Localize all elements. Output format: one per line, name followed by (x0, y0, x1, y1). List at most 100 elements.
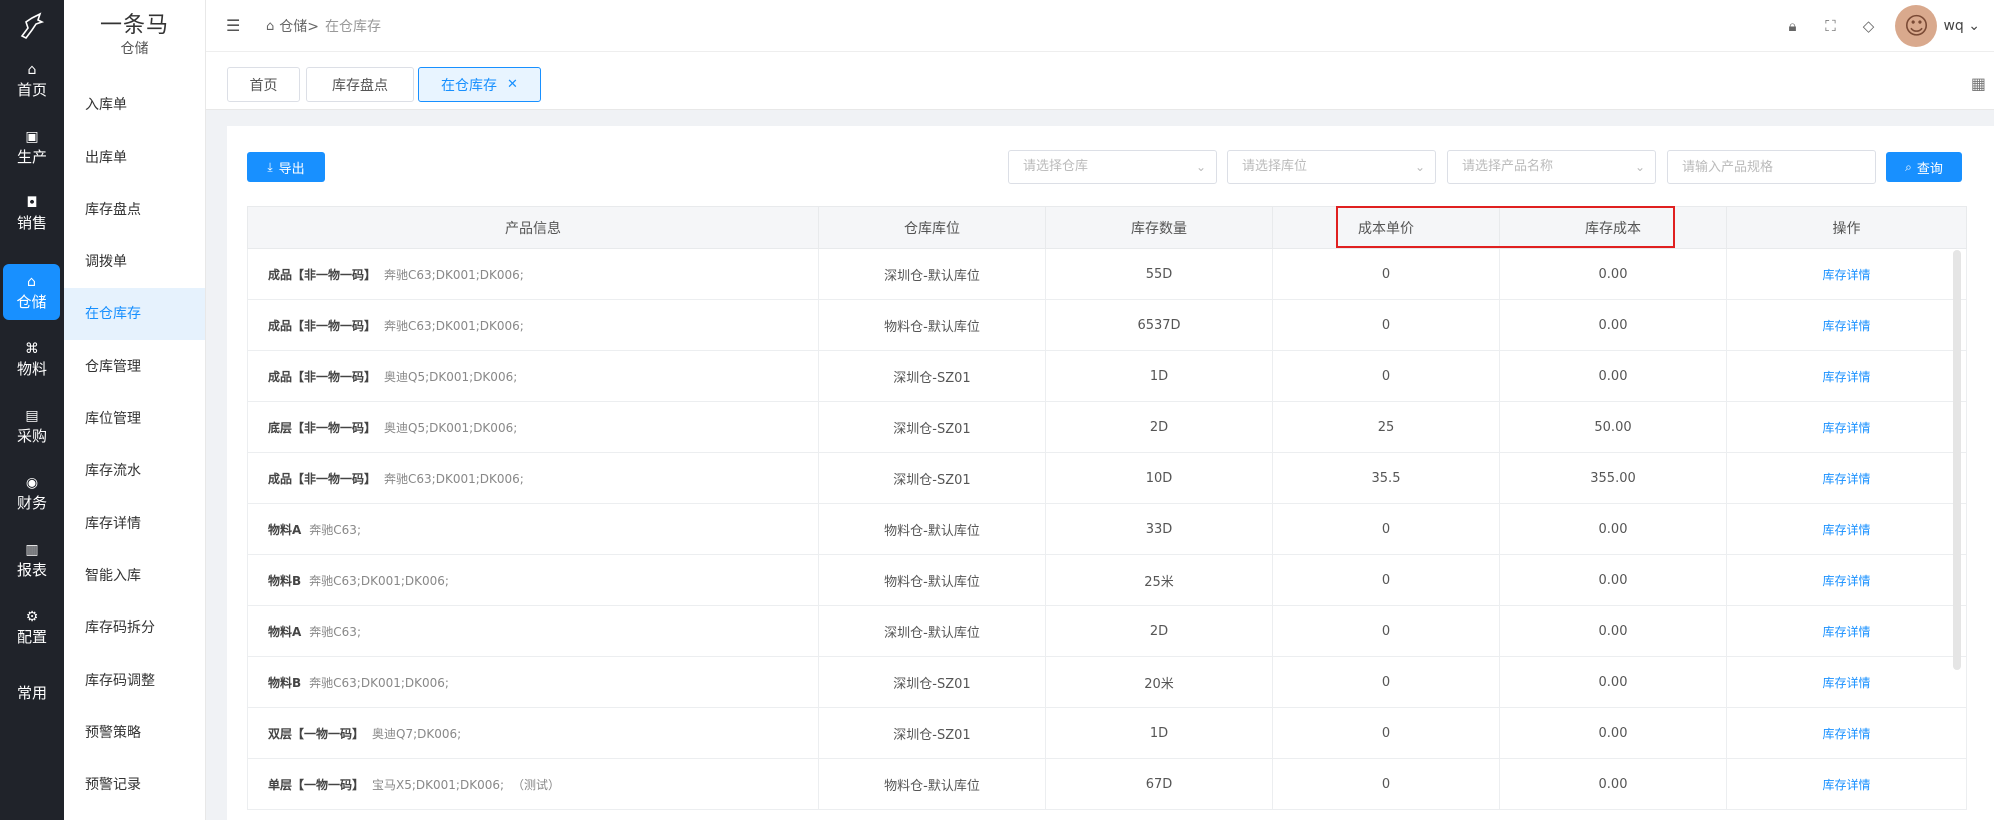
location-cell: 物料仓-默认库位 (818, 554, 1046, 606)
table-scrollbar[interactable] (1953, 250, 1961, 670)
rail-item-warehouse[interactable]: ⌂ 仓储 (3, 264, 60, 320)
submenu-item-alert-policy[interactable]: 预警策略 (64, 707, 205, 759)
product-info-cell: 物料A 奔驰C63; (247, 605, 819, 657)
tab-in-stock[interactable]: 在仓库存 ✕ (418, 67, 541, 102)
rail-item-material[interactable]: ⌘ 物料 (0, 331, 64, 387)
submenu-item-smart-inbound[interactable]: 智能入库 (64, 550, 205, 602)
location-select[interactable]: 请选择库位 ⌄ (1227, 150, 1436, 184)
lock-icon[interactable]: 🔒︎ (1773, 17, 1811, 35)
tab-stocktake[interactable]: 库存盘点 (306, 67, 414, 102)
stock-detail-link[interactable]: 库存详情 (1822, 523, 1870, 537)
quantity-cell: 6537D (1045, 299, 1273, 351)
table-row: 物料A 奔驰C63; 深圳仓-默认库位 2D 0 0.00 库存详情 (247, 605, 1967, 657)
rail-item-sales[interactable]: ◘ 销售 (0, 185, 64, 241)
submenu-item-code-adjust[interactable]: 库存码调整 (64, 655, 205, 707)
col-header-total-cost: 库存成本 (1499, 206, 1727, 249)
rail-item-report[interactable]: ▥ 报表 (0, 532, 64, 588)
quantity-cell: 67D (1045, 758, 1273, 810)
product-spec-input[interactable] (1667, 150, 1876, 184)
search-icon: ⌕ (1905, 159, 1912, 174)
stock-detail-link[interactable]: 库存详情 (1822, 421, 1870, 435)
header-tools: 🔒︎ ⛶ ◇ ☺ wq ⌄ (1773, 0, 1994, 52)
action-cell: 库存详情 (1726, 452, 1967, 504)
user-menu[interactable]: wq ⌄ (1943, 18, 1980, 34)
rail-item-purchase[interactable]: ▤ 采购 (0, 398, 64, 454)
clear-cache-icon[interactable]: ◇ (1849, 17, 1887, 35)
tab-home[interactable]: 首页 (227, 67, 300, 102)
total-cost-cell: 0.00 (1499, 554, 1727, 606)
unit-cost-cell: 0 (1272, 350, 1500, 402)
query-button[interactable]: ⌕ 查询 (1886, 152, 1962, 182)
location-cell: 深圳仓-默认库位 (818, 605, 1046, 657)
location-select-placeholder: 请选择库位 (1242, 159, 1308, 174)
submenu-item-outbound[interactable]: 出库单 (64, 132, 205, 184)
total-cost-cell: 50.00 (1499, 401, 1727, 453)
location-cell: 深圳仓-SZ01 (818, 452, 1046, 504)
submenu-item-code-split[interactable]: 库存码拆分 (64, 602, 205, 654)
query-label: 查询 (1916, 161, 1943, 177)
submenu-item-stock-flow[interactable]: 库存流水 (64, 445, 205, 497)
stock-detail-link[interactable]: 库存详情 (1822, 268, 1870, 282)
warehouse-select[interactable]: 请选择仓库 ⌄ (1008, 150, 1217, 184)
chevron-down-icon: ⌄ (1963, 18, 1980, 34)
stock-detail-link[interactable]: 库存详情 (1822, 472, 1870, 486)
action-cell: 库存详情 (1726, 707, 1967, 759)
location-cell: 深圳仓-SZ01 (818, 401, 1046, 453)
product-spec: 奔驰C63;DK001;DK006; (384, 318, 524, 333)
stock-detail-link[interactable]: 库存详情 (1822, 727, 1870, 741)
stock-detail-link[interactable]: 库存详情 (1822, 574, 1870, 588)
table-row: 双层【一物一码】 奥迪Q7;DK006; 深圳仓-SZ01 1D 0 0.00 库… (247, 707, 1967, 759)
stock-detail-link[interactable]: 库存详情 (1822, 319, 1870, 333)
rail-item-common[interactable]: 常用 (0, 665, 64, 721)
collapse-menu-icon[interactable]: ☰ (226, 16, 240, 35)
stock-detail-link[interactable]: 库存详情 (1822, 676, 1870, 690)
table-row: 底层【非一物一码】 奥迪Q5;DK001;DK006; 深圳仓-SZ01 2D 2… (247, 401, 1967, 453)
rail-item-finance[interactable]: ◉ 财务 (0, 465, 64, 521)
submenu-item-location-mgmt[interactable]: 库位管理 (64, 393, 205, 445)
table-row: 物料A 奔驰C63; 物料仓-默认库位 33D 0 0.00 库存详情 (247, 503, 1967, 555)
quantity-cell: 55D (1045, 248, 1273, 300)
submenu-item-stocktake[interactable]: 库存盘点 (64, 184, 205, 236)
action-cell: 库存详情 (1726, 248, 1967, 300)
submenu-item-inbound[interactable]: 入库单 (64, 79, 205, 131)
product-info-cell: 成品【非一物一码】 奔驰C63;DK001;DK006; (247, 248, 819, 300)
total-cost-cell: 0.00 (1499, 350, 1727, 402)
rail-item-production[interactable]: ▣ 生产 (0, 119, 64, 175)
submenu-item-transfer[interactable]: 调拨单 (64, 236, 205, 288)
grid-icon[interactable]: ▦ (1971, 74, 1986, 93)
avatar[interactable]: ☺ (1895, 5, 1938, 47)
rail-item-settings[interactable]: ⚙ 配置 (0, 599, 64, 655)
product-note: （测试） (512, 777, 561, 792)
finance-icon: ◉ (25, 474, 39, 491)
col-header-quantity: 库存数量 (1045, 206, 1273, 249)
sales-icon: ◘ (26, 194, 38, 211)
stock-detail-link[interactable]: 库存详情 (1822, 778, 1870, 792)
product-name: 物料A (268, 522, 302, 537)
submenu-item-in-stock[interactable]: 在仓库存 (64, 288, 205, 340)
home-icon: ⌂ (27, 61, 37, 78)
tab-label: 在仓库存 (441, 77, 498, 94)
rail-item-home[interactable]: ⌂ 首页 (0, 52, 64, 108)
product-name-select[interactable]: 请选择产品名称 ⌄ (1447, 150, 1656, 184)
breadcrumb-current: 在仓库存 (325, 19, 381, 35)
product-spec: 奔驰C63; (309, 522, 361, 537)
submenu-item-stock-detail[interactable]: 库存详情 (64, 498, 205, 550)
unit-cost-cell: 0 (1272, 248, 1500, 300)
export-label: 导出 (278, 161, 305, 177)
product-info-cell: 成品【非一物一码】 奔驰C63;DK001;DK006; (247, 452, 819, 504)
product-name: 底层【非一物一码】 (268, 420, 377, 435)
submenu-item-warehouse-mgmt[interactable]: 仓库管理 (64, 341, 205, 393)
col-header-actions: 操作 (1726, 206, 1967, 249)
close-icon[interactable]: ✕ (507, 77, 518, 92)
table-header-row: 产品信息 仓库库位 库存数量 成本单价 库存成本 操作 (247, 206, 1967, 249)
submenu-item-alert-records[interactable]: 预警记录 (64, 759, 205, 811)
export-button[interactable]: ⤓ 导出 (247, 152, 325, 182)
table-row: 成品【非一物一码】 奥迪Q5;DK001;DK006; 深圳仓-SZ01 1D 0… (247, 350, 1967, 402)
product-info-cell: 单层【一物一码】 宝马X5;DK001;DK006; （测试） (247, 758, 819, 810)
stock-detail-link[interactable]: 库存详情 (1822, 370, 1870, 384)
fullscreen-icon[interactable]: ⛶ (1811, 17, 1849, 35)
breadcrumb-parent[interactable]: 仓储> (279, 16, 319, 36)
brand-title: 一条马 (99, 13, 169, 38)
location-cell: 深圳仓-默认库位 (818, 248, 1046, 300)
stock-detail-link[interactable]: 库存详情 (1822, 625, 1870, 639)
